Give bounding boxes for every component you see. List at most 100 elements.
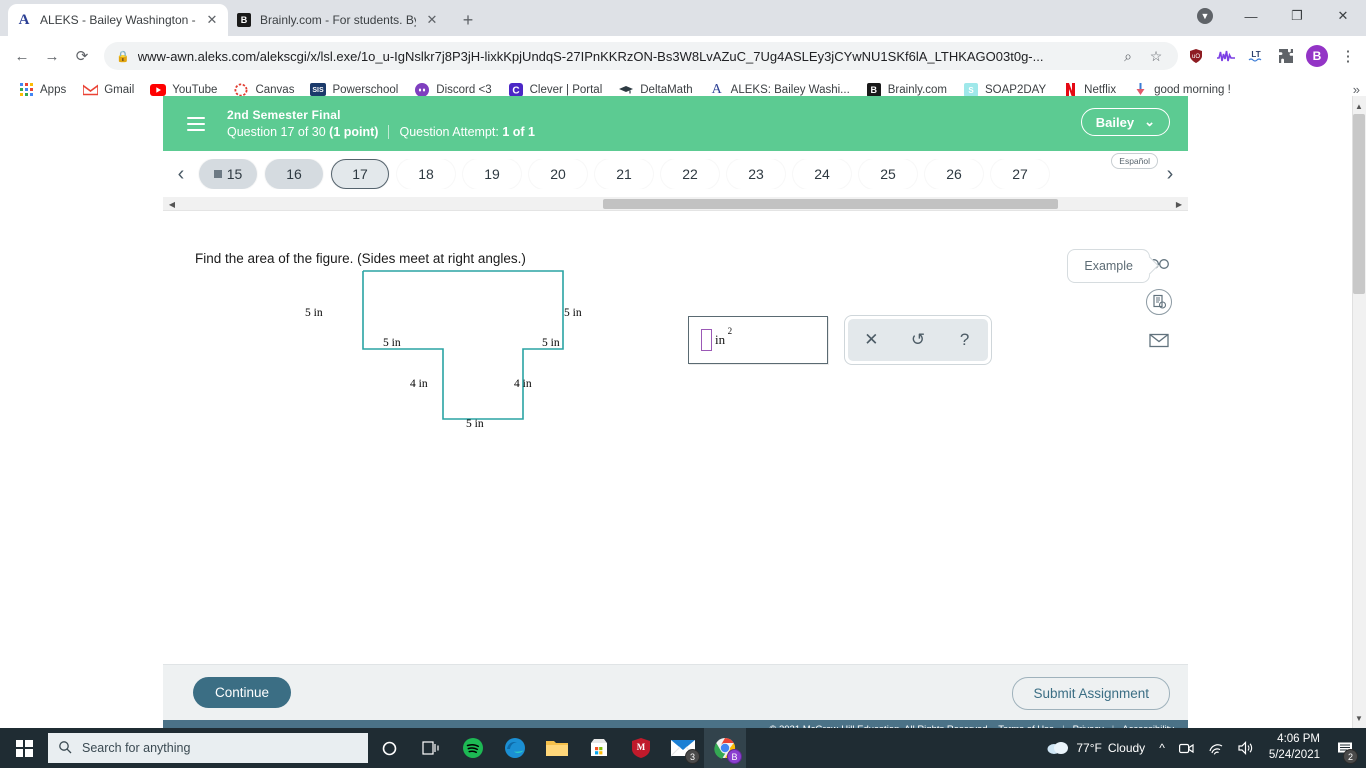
figure-svg — [362, 270, 564, 420]
scroll-left-icon[interactable]: ◀ — [165, 197, 179, 211]
maximize-button[interactable]: ❐ — [1274, 0, 1320, 32]
question-nav-scrollbar[interactable]: ◀ ▶ — [163, 197, 1188, 211]
camera-device-icon[interactable] — [1172, 728, 1201, 768]
figure-label-top-left-ledge: 5 in — [383, 337, 401, 349]
question-pill-16[interactable]: 16 — [265, 159, 323, 189]
spotify-icon[interactable] — [452, 728, 494, 768]
chrome-update-icon[interactable]: ▼ — [1182, 0, 1228, 32]
question-pill-19[interactable]: 19 — [463, 159, 521, 189]
task-view-icon[interactable] — [410, 728, 452, 768]
question-pill-23[interactable]: 23 — [727, 159, 785, 189]
file-explorer-icon[interactable] — [536, 728, 578, 768]
notification-icon[interactable]: 2 — [1328, 728, 1362, 768]
question-pill-17[interactable]: 17 — [331, 159, 389, 189]
weather-desc: Cloudy — [1107, 741, 1146, 755]
question-pill-25[interactable]: 25 — [859, 159, 917, 189]
question-pill-22[interactable]: 22 — [661, 159, 719, 189]
hscroll-thumb[interactable] — [603, 199, 1058, 209]
microsoft-store-icon[interactable] — [578, 728, 620, 768]
waveform-extension-icon[interactable] — [1216, 46, 1236, 66]
svg-text:SIS: SIS — [313, 87, 325, 94]
bookmark-star-icon[interactable]: ☆ — [1146, 46, 1166, 66]
wifi-icon[interactable] — [1201, 728, 1231, 768]
chrome-menu-icon[interactable]: ⋮ — [1338, 46, 1358, 66]
ublock-icon[interactable]: uO — [1186, 46, 1206, 66]
figure-label-bottom: 5 in — [466, 418, 484, 430]
mail-icon[interactable]: 3 — [662, 728, 704, 768]
scroll-right-icon[interactable]: ▶ — [1172, 197, 1186, 211]
languagetool-icon[interactable]: LT — [1246, 46, 1266, 66]
weather-widget[interactable]: 77°F Cloudy — [1039, 728, 1152, 768]
next-questions-icon[interactable]: › — [1156, 159, 1184, 189]
window-controls: ▼ — ❐ ✕ — [1182, 0, 1366, 32]
question-pill-21[interactable]: 21 — [595, 159, 653, 189]
page-scrollbar[interactable]: ▲ ▼ — [1352, 96, 1366, 728]
help-question-icon[interactable]: ? — [948, 323, 982, 357]
undo-icon[interactable]: ↺ — [901, 323, 935, 357]
back-icon[interactable]: ← — [8, 42, 36, 70]
question-pill-15[interactable]: 15 — [199, 159, 257, 189]
divider — [388, 125, 390, 139]
close-window-button[interactable]: ✕ — [1320, 0, 1366, 32]
example-document-icon[interactable] — [1146, 289, 1172, 315]
bookmark-label: Apps — [40, 83, 67, 96]
question-pill-18[interactable]: 18 — [397, 159, 455, 189]
clear-x-icon[interactable]: ✕ — [854, 323, 888, 357]
envelope-icon[interactable] — [1146, 327, 1172, 353]
hamburger-menu-icon[interactable] — [179, 107, 213, 141]
edge-icon[interactable] — [494, 728, 536, 768]
bookmark-label: good morning ! — [1154, 83, 1231, 96]
volume-icon[interactable] — [1231, 728, 1261, 768]
question-pill-27[interactable]: 27 — [991, 159, 1049, 189]
answer-input[interactable]: in 2 — [688, 316, 828, 364]
question-footer: Continue Submit Assignment — [163, 664, 1188, 720]
bookmark-label: Gmail — [104, 83, 135, 96]
question-pill-24[interactable]: 24 — [793, 159, 851, 189]
question-pill-26[interactable]: 26 — [925, 159, 983, 189]
espanol-toggle[interactable]: Español — [1111, 153, 1158, 169]
scroll-down-icon[interactable]: ▼ — [1353, 710, 1365, 726]
minimize-button[interactable]: — — [1228, 0, 1274, 32]
bookmarks-overflow-icon[interactable]: » — [1353, 82, 1360, 97]
new-tab-button[interactable]: + — [454, 6, 482, 34]
profile-avatar[interactable]: B — [1306, 45, 1328, 67]
question-pill-20[interactable]: 20 — [529, 159, 587, 189]
scroll-up-icon[interactable]: ▲ — [1353, 98, 1365, 114]
clock-date: 5/24/2021 — [1268, 749, 1320, 761]
show-hidden-icons[interactable]: ^ — [1152, 728, 1172, 768]
prev-questions-icon[interactable]: ‹ — [167, 159, 195, 189]
extensions-puzzle-icon[interactable] — [1276, 46, 1296, 66]
cortana-icon[interactable] — [368, 728, 410, 768]
bookmark-label: Canvas — [255, 83, 295, 96]
user-menu-button[interactable]: Bailey ⌄ — [1080, 108, 1170, 136]
pill-number: 26 — [946, 166, 962, 182]
aleks-app: 2nd Semester Final Question 17 of 30 (1 … — [163, 96, 1188, 738]
pill-number: 24 — [814, 166, 830, 182]
submit-assignment-button[interactable]: Submit Assignment — [1012, 677, 1170, 710]
figure-label-top-right-ledge: 5 in — [542, 337, 560, 349]
geometry-figure: 5 in 5 in 5 in 5 in 4 in 4 in 5 in — [305, 261, 618, 436]
windows-start-icon[interactable] — [0, 728, 48, 768]
answer-toolbar-inner: ✕ ↺ ? — [848, 319, 988, 361]
taskbar-search-input[interactable]: Search for anything — [48, 733, 368, 763]
browser-tab-brainly[interactable]: B Brainly.com - For students. By stu ✕ — [228, 4, 448, 36]
forward-icon[interactable]: → — [38, 42, 66, 70]
pill-number: 27 — [1012, 166, 1028, 182]
continue-button[interactable]: Continue — [193, 677, 292, 708]
close-icon[interactable]: ✕ — [424, 12, 440, 28]
close-icon[interactable]: ✕ — [204, 12, 220, 28]
pill-number: 20 — [550, 166, 566, 182]
chrome-icon[interactable]: B — [704, 728, 746, 768]
browser-window: A ALEKS - Bailey Washington - 2nd ✕ B Br… — [0, 0, 1366, 738]
browser-tab-aleks[interactable]: A ALEKS - Bailey Washington - 2nd ✕ — [8, 4, 228, 36]
scrollbar-thumb[interactable] — [1353, 114, 1365, 294]
address-bar[interactable]: 🔒 www-awn.aleks.com/alekscgi/x/lsl.exe/1… — [104, 42, 1178, 70]
reload-icon[interactable]: ⟳ — [68, 42, 96, 70]
figure-label-inner-left-height: 4 in — [410, 378, 428, 390]
answer-placeholder-box[interactable] — [701, 329, 712, 351]
zoom-search-icon[interactable]: ⌕ — [1118, 46, 1138, 66]
attempt-value: 1 of 1 — [502, 125, 535, 139]
bookmark-label: Brainly.com — [887, 83, 947, 96]
mcafee-icon[interactable]: M — [620, 728, 662, 768]
taskbar-clock[interactable]: 4:06 PM 5/24/2021 — [1261, 732, 1328, 763]
